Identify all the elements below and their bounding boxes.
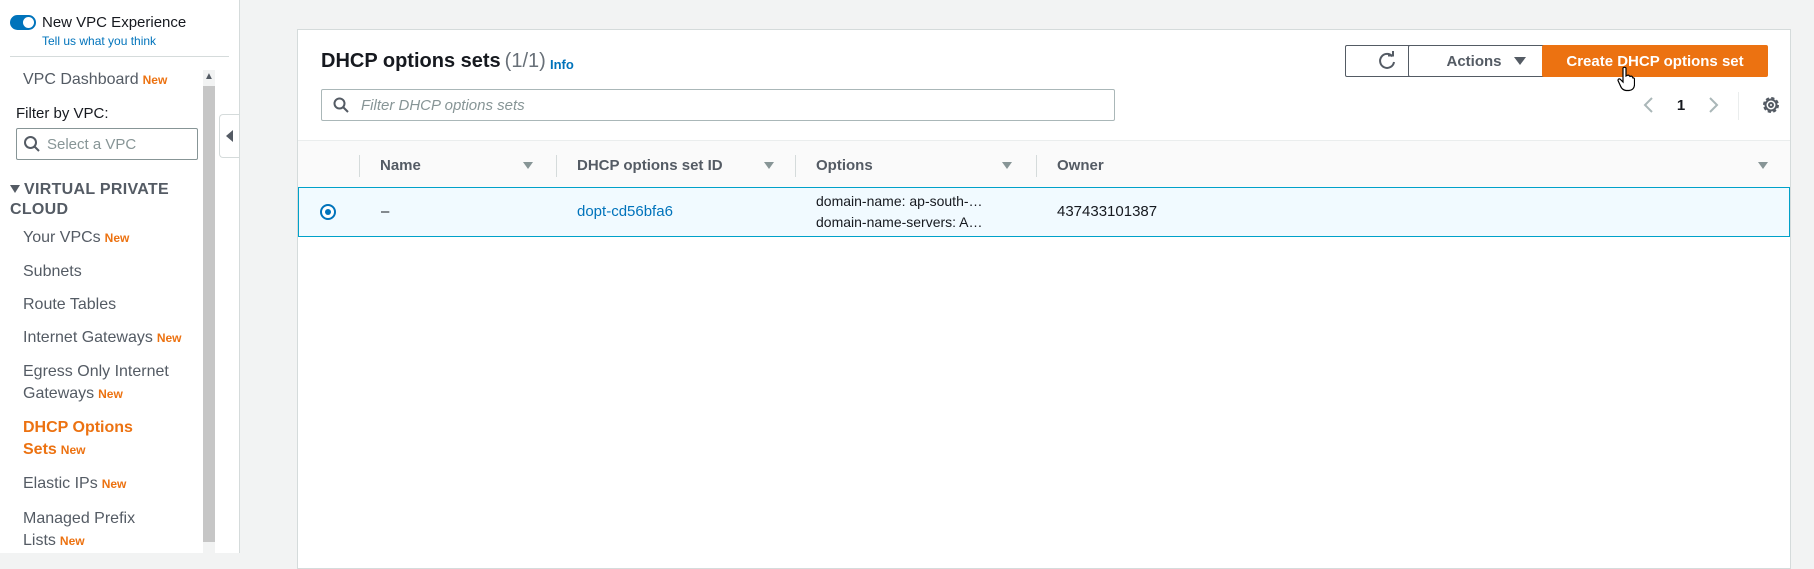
cell-owner: 437433101387 <box>1057 203 1158 220</box>
column-header-options[interactable]: Options <box>816 141 1016 189</box>
new-badge: New <box>142 73 168 87</box>
sidebar-item-dhcp-options-sets[interactable]: DHCP Options Sets New <box>23 417 163 461</box>
sidebar-item-label: Your VPCs <box>23 229 101 246</box>
table-row[interactable]: – dopt-cd56bfa6 domain-name: ap-south-… … <box>298 187 1790 237</box>
new-badge: New <box>59 534 85 548</box>
sort-icon[interactable] <box>1002 161 1012 169</box>
side-navigation: New VPC Experience Tell us what you thin… <box>0 0 240 553</box>
column-separator <box>556 155 557 177</box>
row-radio-button[interactable] <box>320 204 336 220</box>
search-icon <box>24 136 40 152</box>
new-badge: New <box>104 231 130 245</box>
toggle-label: New VPC Experience <box>42 14 187 31</box>
info-link[interactable]: Info <box>550 57 574 72</box>
actions-label: Actions <box>1446 52 1502 70</box>
sidebar-item-route-tables[interactable]: Route Tables <box>23 294 116 316</box>
table-header: Name DHCP options set ID Options Owner <box>298 140 1790 190</box>
chevron-right-icon <box>1709 97 1719 113</box>
vpc-select[interactable]: Select a VPC <box>16 128 198 160</box>
new-badge: New <box>101 477 127 491</box>
sidebar-item-label: VPC Dashboard <box>23 71 139 88</box>
new-badge: New <box>98 387 123 401</box>
sort-icon[interactable] <box>1758 161 1768 169</box>
page-number[interactable]: 1 <box>1661 97 1701 114</box>
create-label: Create DHCP options set <box>1566 52 1744 70</box>
sidebar-item-label: Subnets <box>23 263 82 280</box>
column-separator <box>795 155 796 177</box>
scroll-up-icon[interactable]: ▲ <box>203 70 215 84</box>
column-header-dhcp-options-set-id[interactable]: DHCP options set ID <box>577 141 777 189</box>
sidebar-item-label: Internet Gateways <box>23 329 153 346</box>
chevron-left-icon <box>1643 97 1653 113</box>
section-virtual-private-cloud[interactable]: VIRTUAL PRIVATE CLOUD <box>10 180 200 220</box>
sidebar-item-internet-gateways[interactable]: Internet Gateways New <box>23 327 182 349</box>
column-header-name[interactable]: Name <box>380 141 533 189</box>
cell-name: – <box>381 203 390 220</box>
caret-down-icon <box>10 184 20 193</box>
caret-down-icon <box>1513 57 1526 65</box>
vpc-select-placeholder: Select a VPC <box>47 135 137 153</box>
sort-icon[interactable] <box>764 161 774 169</box>
sidebar-item-egress-only-internet-gateways[interactable]: Egress Only Internet Gateways New <box>23 361 193 405</box>
feedback-link[interactable]: Tell us what you think <box>42 34 156 48</box>
dhcp-options-sets-panel: DHCP options sets (1/1) Info Actions Crea… <box>297 29 1791 569</box>
new-badge: New <box>156 331 182 345</box>
options-line: domain-name: ap-south-… <box>816 193 983 209</box>
dhcp-options-set-id-link[interactable]: dopt-cd56bfa6 <box>577 203 673 220</box>
search-icon <box>333 97 349 113</box>
column-separator <box>1036 155 1037 177</box>
column-label: Owner <box>1057 156 1104 174</box>
pagination: 1 <box>1637 93 1725 117</box>
sidebar-item-label: Elastic IPs <box>23 475 98 492</box>
create-dhcp-options-set-button[interactable]: Create DHCP options set <box>1542 45 1768 77</box>
cell-options: domain-name: ap-south-… domain-name-serv… <box>816 191 983 233</box>
section-title: VIRTUAL PRIVATE CLOUD <box>10 181 169 218</box>
collapse-sidebar-button[interactable] <box>219 114 239 158</box>
column-label: DHCP options set ID <box>577 156 723 174</box>
column-label: Name <box>380 156 421 174</box>
actions-dropdown-button[interactable]: Actions <box>1408 45 1564 77</box>
selection-count: (1/1) <box>504 50 546 72</box>
toggle-switch[interactable] <box>10 15 36 30</box>
refresh-icon <box>1379 51 1395 69</box>
column-header-owner[interactable]: Owner <box>1057 141 1768 189</box>
filter-dhcp-options-sets-input[interactable]: Filter DHCP options sets <box>321 89 1115 121</box>
sidebar-item-vpc-dashboard[interactable]: VPC Dashboard New <box>23 69 167 91</box>
chevron-left-icon <box>226 130 233 142</box>
column-separator <box>359 155 360 177</box>
sidebar-item-your-vpcs[interactable]: Your VPCs New <box>23 227 129 249</box>
sort-icon[interactable] <box>523 161 533 169</box>
sidebar-item-managed-prefix-lists[interactable]: Managed Prefix Lists New <box>23 508 173 552</box>
sidebar-item-label: Route Tables <box>23 296 117 313</box>
sidebar-scrollbar-thumb[interactable] <box>203 86 215 542</box>
sidebar-item-label: Egress Only Internet Gateways <box>23 363 169 402</box>
options-line: domain-name-servers: A… <box>816 214 983 230</box>
next-page-button[interactable] <box>1701 93 1725 117</box>
filter-placeholder: Filter DHCP options sets <box>361 96 525 114</box>
column-label: Options <box>816 156 873 174</box>
previous-page-button[interactable] <box>1637 93 1661 117</box>
gear-icon[interactable] <box>1760 94 1782 116</box>
sidebar-item-subnets[interactable]: Subnets <box>23 261 82 283</box>
sidebar-item-elastic-ips[interactable]: Elastic IPs New <box>23 473 126 495</box>
filter-by-vpc-label: Filter by VPC: <box>16 105 109 122</box>
divider <box>1738 92 1739 120</box>
divider <box>10 56 229 57</box>
panel-title-text: DHCP options sets <box>321 50 501 72</box>
new-badge: New <box>60 443 86 457</box>
new-vpc-experience-toggle[interactable]: New VPC Experience <box>10 14 186 32</box>
hand-cursor-icon <box>1617 66 1635 92</box>
page-title: DHCP options sets (1/1) <box>321 50 546 73</box>
